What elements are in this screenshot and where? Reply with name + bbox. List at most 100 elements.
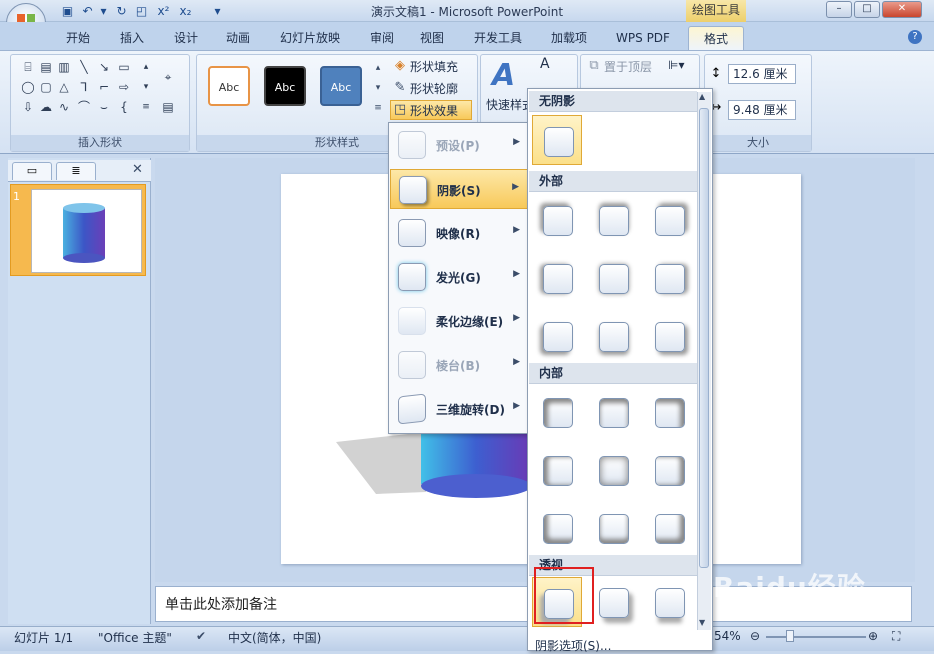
swatch-inner-2[interactable] [588,387,638,437]
elbow-connector-shape-icon[interactable]: ⌐ [97,81,111,93]
swatch-perspective-3[interactable] [644,577,694,627]
shape-outline-button[interactable]: 形状轮廓 [410,80,458,97]
connector-shape-icon[interactable]: ⅂ [77,81,91,93]
menu-soft-edges[interactable]: 柔化边缘(E) ▶ [390,301,528,341]
oval-shape-icon[interactable]: ◯ [21,81,35,93]
superscript-icon[interactable]: x² [156,4,171,18]
close-button[interactable]: ✕ [882,1,922,18]
zoom-out-icon[interactable]: ⊖ [750,629,760,643]
line-shape-icon[interactable]: ╲ [77,61,91,73]
shapes-scroll-up-icon[interactable]: ▴ [139,61,153,73]
zoom-slider-thumb[interactable] [786,630,794,642]
slides-tab-icon[interactable]: ▭ [12,162,52,180]
tab-design[interactable]: 设计 [166,26,206,50]
zoom-slider[interactable] [766,636,866,638]
menu-shadow[interactable]: 阴影(S) ▶ [390,169,528,209]
brace-shape-icon[interactable]: { [117,101,131,113]
print-preview-icon[interactable]: ◰ [134,4,149,18]
scroll-up-icon[interactable]: ▲ [699,92,705,101]
fit-to-window-icon[interactable]: ⛶ [892,629,900,644]
undo-icon[interactable]: ↶ [80,4,95,18]
wordart-icon[interactable]: A [492,58,515,93]
tab-addins[interactable]: 加载项 [542,26,596,50]
undo-dropdown-icon[interactable]: ▾ [96,4,111,18]
subscript-icon[interactable]: x₂ [178,4,193,18]
swatch-no-shadow[interactable] [532,115,582,165]
swatch-outer-4[interactable] [532,253,582,303]
arrow-line-shape-icon[interactable]: ↘ [97,61,111,73]
close-panel-icon[interactable]: ✕ [132,162,143,177]
gallery-scrollbar-thumb[interactable] [699,108,709,568]
tab-slide-show[interactable]: 幻灯片放映 [272,26,348,50]
shape-fill-button[interactable]: 形状填充 [410,58,458,75]
spellcheck-icon[interactable]: ✔ [196,629,206,643]
swatch-outer-6[interactable] [644,253,694,303]
scroll-down-icon[interactable]: ▼ [699,618,705,627]
rectangle-shape-icon[interactable]: ▭ [117,61,131,73]
tab-home[interactable]: 开始 [58,26,98,50]
swatch-outer-2[interactable] [588,195,638,245]
minimize-button[interactable]: – [826,1,852,18]
swatch-inner-6[interactable] [644,445,694,495]
swatch-outer-7[interactable] [532,311,582,361]
tab-developer[interactable]: 开发工具 [466,26,530,50]
swatch-inner-7[interactable] [532,503,582,553]
shapes-more-icon[interactable]: ≡ [139,101,153,113]
style-orange-outline[interactable]: Abc [208,66,250,106]
triangle-shape-icon[interactable]: △ [57,81,71,93]
bring-front-button[interactable]: 置于顶层 [604,58,652,75]
curve-shape-icon[interactable]: ⌣ [97,101,111,113]
outline-tab-icon[interactable]: ≣ [56,162,96,180]
text-box-icon[interactable]: ▤ [161,101,175,113]
cylinder-shape-icon[interactable]: ⌸ [21,61,35,73]
redo-icon[interactable]: ↻ [114,4,129,18]
swatch-perspective-2[interactable] [588,577,638,627]
height-input[interactable]: 12.6 厘米 [728,64,796,84]
menu-bevel[interactable]: 棱台(B) ▶ [390,345,528,385]
theme-name[interactable]: "Office 主题" [98,629,172,646]
tab-review[interactable]: 审阅 [362,26,402,50]
shapes-scroll-down-icon[interactable]: ▾ [139,81,153,93]
rounded-rect-shape-icon[interactable]: ▢ [39,81,53,93]
tab-wps-pdf[interactable]: WPS PDF [606,26,680,50]
swatch-outer-1[interactable] [532,195,582,245]
swatch-inner-8[interactable] [588,503,638,553]
width-input[interactable]: 9.48 厘米 [728,100,796,120]
swatch-inner-5[interactable] [588,445,638,495]
swatch-inner-9[interactable] [644,503,694,553]
textbox-shape-icon[interactable]: ▤ [39,61,53,73]
zoom-level[interactable]: 54% [714,629,741,643]
menu-3d-rotation[interactable]: 三维旋转(D) ▶ [390,389,528,429]
vertical-textbox-shape-icon[interactable]: ▥ [57,61,71,73]
save-icon[interactable]: ▣ [60,4,75,18]
swatch-outer-3[interactable] [644,195,694,245]
slide-thumbnail[interactable] [31,189,142,273]
freeform-shape-icon[interactable]: ∿ [57,101,71,113]
maximize-button[interactable]: □ [854,1,880,18]
customize-qat-icon[interactable]: ▾ [210,4,225,18]
menu-reflection[interactable]: 映像(R) ▶ [390,213,528,253]
arc-shape-icon[interactable]: ⌒ [77,101,91,113]
swatch-outer-5[interactable] [588,253,638,303]
cloud-shape-icon[interactable]: ☁ [39,101,53,113]
swatch-inner-1[interactable] [532,387,582,437]
menu-preset[interactable]: 预设(P) ▶ [390,125,528,165]
block-arrow-shape-icon[interactable]: ⇨ [117,81,131,93]
edit-shape-icon[interactable]: ⌖ [161,71,175,83]
zoom-in-icon[interactable]: ⊕ [868,629,878,643]
align-icon[interactable]: ⊫▾ [668,58,684,72]
language-indicator[interactable]: 中文(简体，中国) [228,629,321,646]
tab-view[interactable]: 视图 [412,26,452,50]
menu-glow[interactable]: 发光(G) ▶ [390,257,528,297]
tab-insert[interactable]: 插入 [112,26,152,50]
styles-scroll-icon[interactable]: ▴ ▾ ≡ [372,58,384,118]
style-black-fill[interactable]: Abc [264,66,306,106]
help-icon[interactable]: ? [908,30,922,44]
tab-format[interactable]: 格式 [688,26,744,50]
swatch-inner-4[interactable] [532,445,582,495]
swatch-outer-9[interactable] [644,311,694,361]
text-fill-icon[interactable]: A [540,56,550,72]
shadow-options-link[interactable]: 阴影选项(S)... [535,637,611,654]
down-arrow-shape-icon[interactable]: ⇩ [21,101,35,113]
swatch-inner-3[interactable] [644,387,694,437]
